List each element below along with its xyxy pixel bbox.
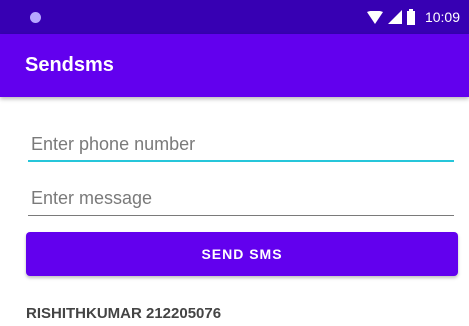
- notification-dot-icon: [30, 12, 41, 23]
- message-input[interactable]: [28, 182, 454, 216]
- status-icons: 10:09: [366, 0, 460, 34]
- status-time: 10:09: [424, 9, 460, 25]
- author-label: RISHITHKUMAR 212205076: [26, 305, 222, 322]
- phone-number-input[interactable]: [28, 128, 454, 162]
- cellular-signal-icon: [387, 10, 402, 24]
- wifi-icon: [366, 10, 383, 24]
- battery-icon: [406, 9, 415, 25]
- send-sms-button[interactable]: SEND SMS: [26, 232, 458, 276]
- status-bar: 10:09: [0, 0, 469, 34]
- app-bar: Sendsms: [0, 34, 469, 97]
- app-title: Sendsms: [25, 54, 114, 76]
